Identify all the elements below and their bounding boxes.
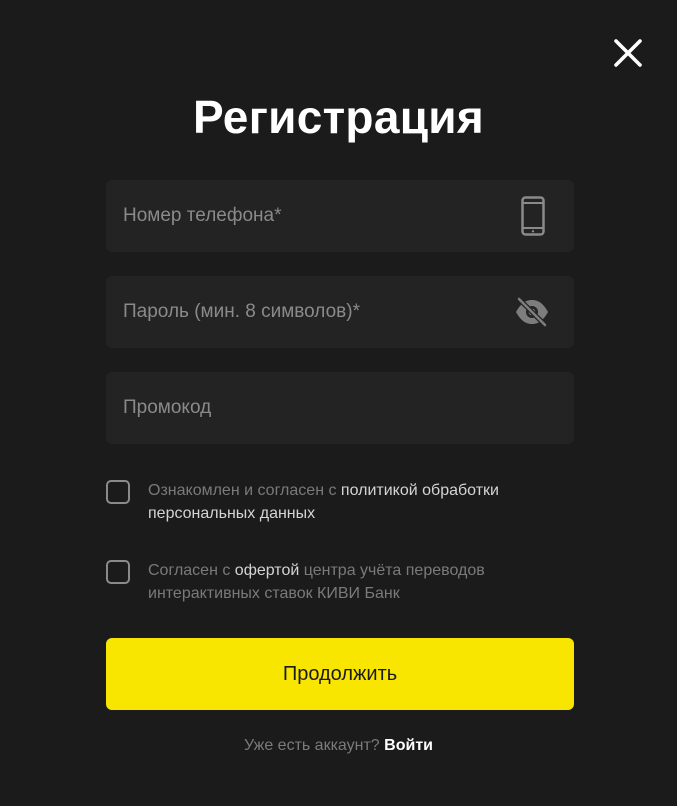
close-button[interactable]	[608, 33, 648, 73]
registration-modal: Регистрация Ознакомлен	[0, 0, 677, 806]
smartphone-icon	[521, 196, 545, 236]
phone-field	[106, 180, 574, 252]
offer-link[interactable]: офертой	[235, 562, 300, 579]
offer-consent-text: Согласен с офертой центра учёта переводо…	[148, 559, 576, 605]
page-title: Регистрация	[192, 91, 485, 143]
promo-input[interactable]	[106, 372, 574, 444]
password-input[interactable]	[106, 276, 574, 348]
privacy-consent: Ознакомлен и согласен с политикой обрабо…	[106, 479, 576, 525]
offer-checkbox[interactable]	[106, 560, 130, 584]
password-field	[106, 276, 574, 348]
privacy-checkbox[interactable]	[106, 480, 130, 504]
continue-button[interactable]: Продолжить	[106, 638, 574, 710]
consent-text-before: Согласен с	[148, 562, 235, 579]
privacy-consent-text: Ознакомлен и согласен с политикой обрабо…	[148, 479, 576, 525]
phone-input[interactable]	[106, 180, 574, 252]
consent-text-before: Ознакомлен и согласен с	[148, 482, 341, 499]
eye-off-icon[interactable]	[514, 297, 550, 327]
login-prompt-text: Уже есть аккаунт?	[243, 737, 380, 754]
close-icon	[614, 39, 642, 67]
login-link[interactable]: Войти	[384, 737, 433, 754]
offer-consent: Согласен с офертой центра учёта переводо…	[106, 559, 576, 605]
promo-field	[106, 372, 574, 444]
login-prompt: Уже есть аккаунт? Войти	[0, 737, 677, 755]
